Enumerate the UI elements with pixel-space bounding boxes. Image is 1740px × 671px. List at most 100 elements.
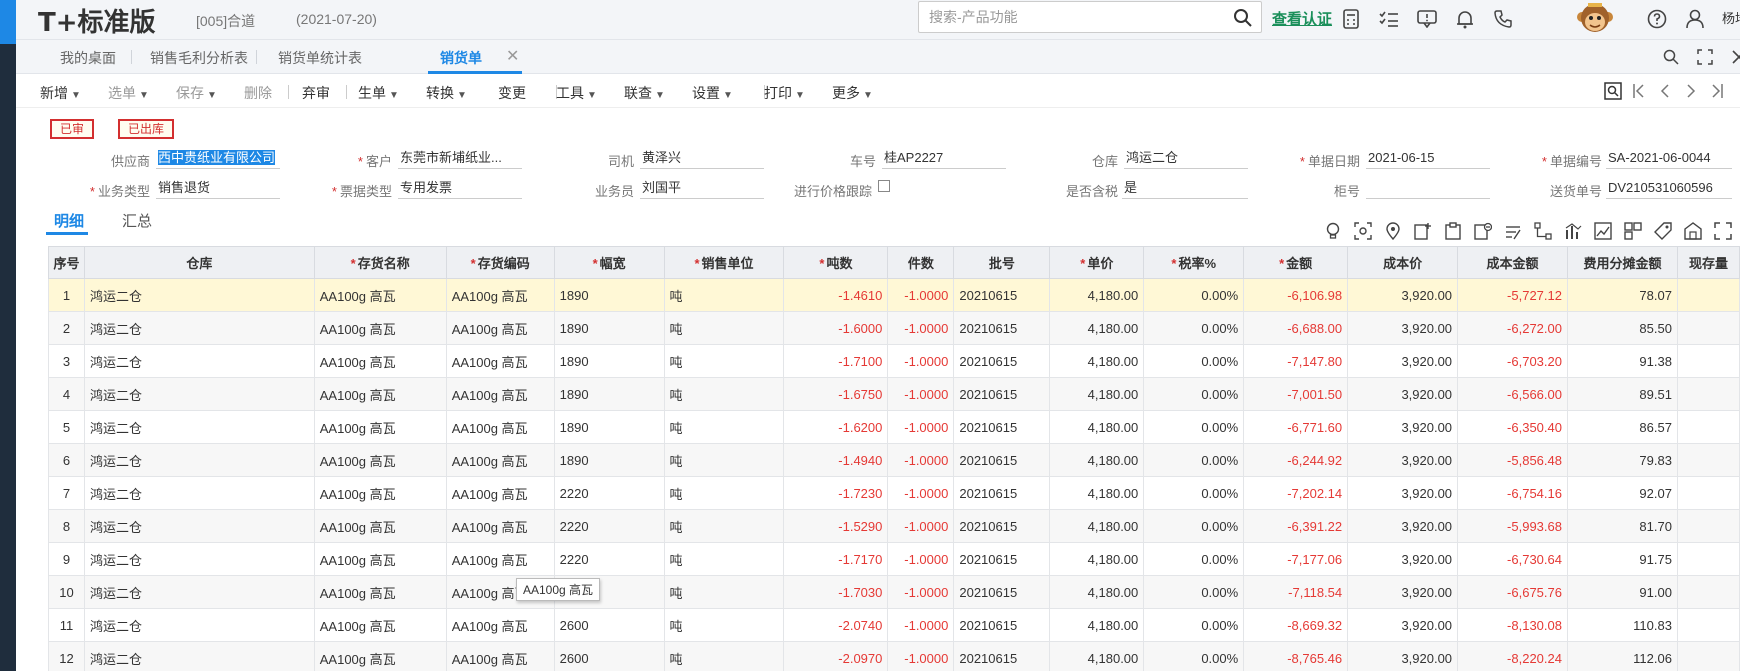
- table-cell[interactable]: -6,771.60: [1243, 410, 1349, 444]
- table-cell[interactable]: 1: [48, 278, 85, 312]
- table-cell[interactable]: 1890: [553, 377, 665, 411]
- table-cell[interactable]: AA100g 高瓦: [313, 344, 447, 378]
- table-cell[interactable]: 4,180.00: [1049, 377, 1145, 411]
- table-cell[interactable]: 1890: [553, 344, 665, 378]
- tab-detail[interactable]: 明细: [54, 210, 84, 231]
- table-cell[interactable]: 20210615: [953, 476, 1051, 510]
- table-cell[interactable]: -1.0000: [887, 311, 955, 345]
- table-cell[interactable]: 鸿运二仓: [83, 344, 315, 378]
- tools-button[interactable]: 工具 ▼: [556, 83, 597, 103]
- table-cell[interactable]: -1.0000: [887, 476, 955, 510]
- table-cell[interactable]: 4,180.00: [1049, 608, 1145, 642]
- table-cell[interactable]: -6,730.64: [1457, 542, 1568, 576]
- select-button[interactable]: 选单 ▼: [108, 83, 149, 103]
- table-cell[interactable]: 0.00%: [1143, 575, 1245, 609]
- table-row[interactable]: 1 鸿运二仓 AA100g 高瓦 AA100g 高瓦 1890 吨 -1.4610 -1.00…: [48, 278, 1740, 312]
- table-cell[interactable]: AA100g 高瓦: [445, 608, 555, 642]
- table-cell[interactable]: -1.0000: [887, 410, 955, 444]
- tab-desktop[interactable]: 我的桌面: [52, 48, 124, 68]
- table-cell[interactable]: 吨: [663, 410, 785, 444]
- table-cell[interactable]: -5,993.68: [1457, 509, 1568, 543]
- table-cell[interactable]: -2.0740: [783, 608, 889, 642]
- column-header[interactable]: * 幅宽: [553, 246, 665, 279]
- table-cell[interactable]: AA100g 高瓦: [445, 311, 555, 345]
- tag-icon[interactable]: [1652, 220, 1674, 242]
- table-cell[interactable]: -8,669.32: [1243, 608, 1349, 642]
- table-cell[interactable]: 0.00%: [1143, 476, 1245, 510]
- table-cell[interactable]: -1.5290: [783, 509, 889, 543]
- table-cell[interactable]: -2.0970: [783, 641, 889, 671]
- column-header[interactable]: * 金额: [1243, 246, 1349, 279]
- more-button[interactable]: 更多 ▼: [832, 83, 873, 103]
- table-cell[interactable]: 3,920.00: [1347, 410, 1459, 444]
- table-cell[interactable]: 20210615: [953, 311, 1051, 345]
- table-cell[interactable]: 7: [48, 476, 85, 510]
- table-cell[interactable]: 2600: [553, 608, 665, 642]
- scan-icon[interactable]: [1352, 220, 1374, 242]
- table-cell[interactable]: 110.83: [1566, 608, 1678, 642]
- query-button[interactable]: 联查 ▼: [624, 83, 665, 103]
- delete-row-icon[interactable]: [1472, 220, 1494, 242]
- table-cell[interactable]: [1676, 509, 1740, 543]
- last-page-icon[interactable]: [1704, 78, 1730, 104]
- table-cell[interactable]: 1890: [553, 443, 665, 477]
- save-button[interactable]: 保存 ▼: [176, 83, 217, 103]
- table-cell[interactable]: AA100g 高瓦: [445, 278, 555, 312]
- user-icon[interactable]: [1682, 6, 1708, 32]
- table-cell[interactable]: 20210615: [953, 608, 1051, 642]
- table-cell[interactable]: 鸿运二仓: [83, 509, 315, 543]
- table-cell[interactable]: [1676, 410, 1740, 444]
- table-cell[interactable]: -7,001.50: [1243, 377, 1349, 411]
- table-cell[interactable]: [1676, 476, 1740, 510]
- plate-field[interactable]: 桂AP2227: [882, 149, 1006, 169]
- print-button[interactable]: 打印 ▼: [764, 83, 805, 103]
- table-cell[interactable]: -1.7230: [783, 476, 889, 510]
- cert-link[interactable]: 查看认证: [1272, 8, 1332, 29]
- table-cell[interactable]: 112.06: [1566, 641, 1678, 671]
- column-header[interactable]: * 税率%: [1143, 246, 1245, 279]
- next-page-icon[interactable]: [1678, 78, 1704, 104]
- unaudit-button[interactable]: 弃审: [302, 83, 330, 103]
- warehouse-field[interactable]: 鸿运二仓: [1124, 149, 1248, 169]
- table-cell[interactable]: 81.70: [1566, 509, 1678, 543]
- salesperson-field[interactable]: 刘国平: [640, 179, 764, 199]
- settings-button[interactable]: 设置 ▼: [692, 83, 733, 103]
- table-cell[interactable]: [1676, 344, 1740, 378]
- table-cell[interactable]: 0.00%: [1143, 509, 1245, 543]
- tab-sales-order[interactable]: 销货单: [432, 48, 490, 68]
- table-cell[interactable]: -5,727.12: [1457, 278, 1568, 312]
- search-input[interactable]: [919, 2, 1209, 32]
- table-cell[interactable]: 3,920.00: [1347, 608, 1459, 642]
- table-cell[interactable]: AA100g 高瓦: [313, 278, 447, 312]
- table-cell[interactable]: -6,754.16: [1457, 476, 1568, 510]
- table-cell[interactable]: 3,920.00: [1347, 443, 1459, 477]
- table-cell[interactable]: -1.0000: [887, 443, 955, 477]
- table-cell[interactable]: [1676, 575, 1740, 609]
- table-cell[interactable]: 20210615: [953, 542, 1051, 576]
- biz-type-field[interactable]: 销售退货: [156, 179, 280, 199]
- table-cell[interactable]: 20210615: [953, 509, 1051, 543]
- table-cell[interactable]: 85.50: [1566, 311, 1678, 345]
- table-cell[interactable]: 6: [48, 443, 85, 477]
- delivery-no-field[interactable]: DV210531060596: [1606, 179, 1732, 199]
- invoice-type-field[interactable]: 专用发票: [398, 179, 522, 199]
- bar-chart-icon[interactable]: [1562, 220, 1584, 242]
- price-track-checkbox[interactable]: [878, 180, 890, 192]
- table-cell[interactable]: 5: [48, 410, 85, 444]
- table-cell[interactable]: 0.00%: [1143, 608, 1245, 642]
- table-cell[interactable]: -1.0000: [887, 542, 955, 576]
- first-page-icon[interactable]: [1626, 78, 1652, 104]
- table-row[interactable]: 5 鸿运二仓 AA100g 高瓦 AA100g 高瓦 1890 吨 -1.6200 -1.00…: [48, 410, 1740, 444]
- table-cell[interactable]: -1.6750: [783, 377, 889, 411]
- table-cell[interactable]: 20210615: [953, 377, 1051, 411]
- table-cell[interactable]: AA100g 高瓦: [445, 344, 555, 378]
- generate-button[interactable]: 生单 ▼: [358, 83, 399, 103]
- column-header[interactable]: * 吨数: [783, 246, 889, 279]
- table-cell[interactable]: 20210615: [953, 344, 1051, 378]
- table-cell[interactable]: 鸿运二仓: [83, 377, 315, 411]
- search-icon[interactable]: [1658, 44, 1684, 70]
- table-cell[interactable]: 4,180.00: [1049, 344, 1145, 378]
- table-row[interactable]: 8 鸿运二仓 AA100g 高瓦 AA100g 高瓦 2220 吨 -1.5290 -1.00…: [48, 509, 1740, 543]
- table-row[interactable]: 7 鸿运二仓 AA100g 高瓦 AA100g 高瓦 2220 吨 -1.7230 -1.00…: [48, 476, 1740, 510]
- table-cell[interactable]: 吨: [663, 443, 785, 477]
